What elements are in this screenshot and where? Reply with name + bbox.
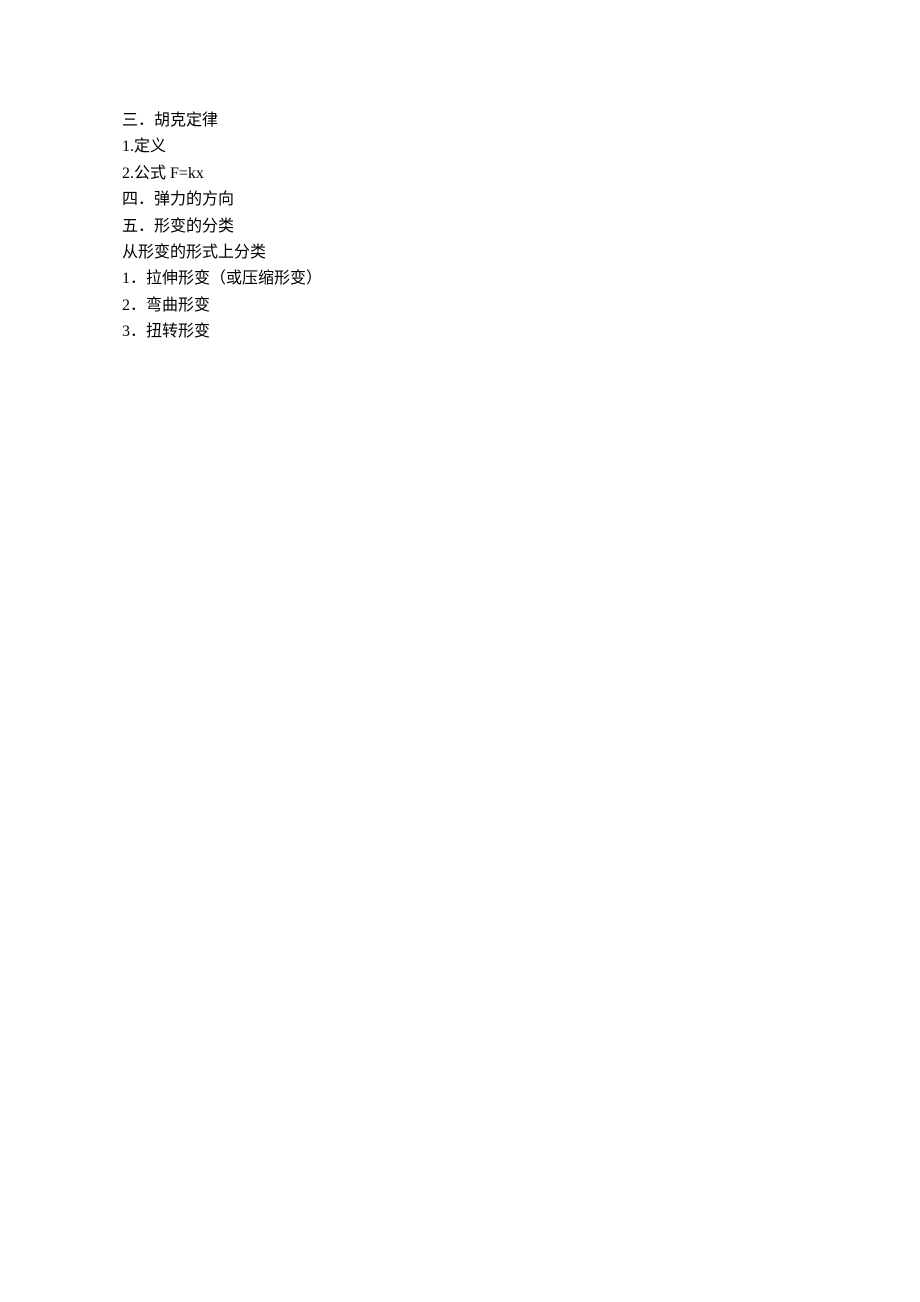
line-type-3-torsion: 3．扭转形变 [122, 319, 920, 345]
line-section-3-title: 三．胡克定律 [122, 108, 920, 134]
line-item-2-formula: 2.公式 F=kx [122, 161, 920, 187]
line-section-5-title: 五．形变的分类 [122, 214, 920, 240]
line-classification-intro: 从形变的形式上分类 [122, 240, 920, 266]
line-item-1-definition: 1.定义 [122, 134, 920, 160]
line-type-1-tension: 1．拉伸形变（或压缩形变） [122, 266, 920, 292]
line-section-4-title: 四．弹力的方向 [122, 187, 920, 213]
line-type-2-bending: 2．弯曲形变 [122, 293, 920, 319]
